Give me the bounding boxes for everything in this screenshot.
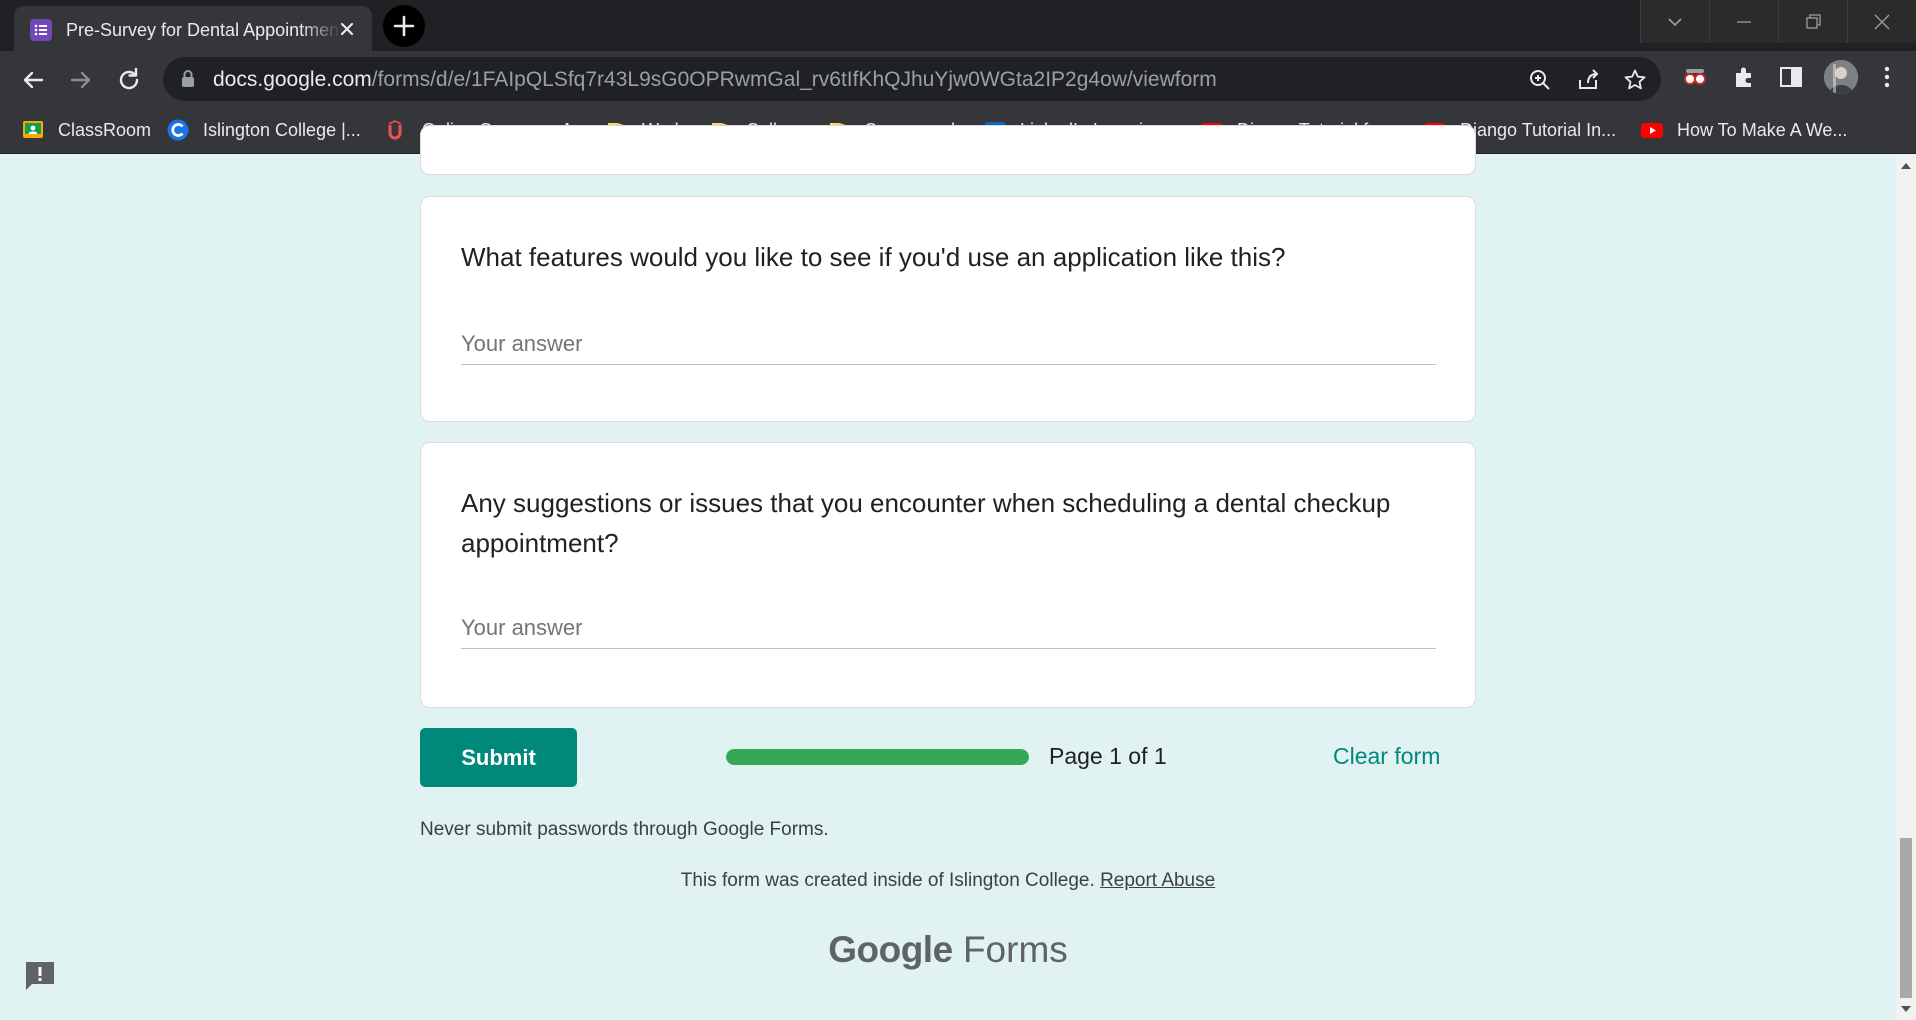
udemy-icon	[386, 119, 408, 141]
google-forms-icon	[30, 19, 52, 41]
footer-created-text: This form was created inside of Islingto…	[680, 870, 1095, 891]
forward-button[interactable]	[66, 65, 96, 95]
restore-button[interactable]	[1778, 0, 1847, 43]
bookmark-how-to-make[interactable]: How To Make A We...	[1641, 115, 1847, 145]
lock-icon[interactable]	[179, 69, 197, 94]
question-title: What features would you like to see if y…	[461, 242, 1286, 272]
profile-avatar[interactable]	[1824, 60, 1858, 94]
url-text: docs.google.com/forms/d/e/1FAIpQLSfq7r43…	[213, 68, 1217, 92]
answer-field[interactable]	[461, 325, 1436, 365]
question-title: Any suggestions or issues that you encou…	[461, 488, 1391, 558]
report-abuse-link[interactable]: Report Abuse	[1100, 870, 1215, 891]
islington-icon	[167, 119, 189, 141]
minimize-button[interactable]	[1709, 0, 1778, 43]
progress-fill	[726, 749, 1029, 765]
tab-search-button[interactable]	[1640, 0, 1709, 43]
scroll-down-arrow[interactable]	[1901, 1006, 1911, 1012]
google-wordmark: Google	[828, 929, 953, 970]
page-indicator: Page 1 of 1	[1049, 743, 1167, 769]
bookmark-label: Islington College |...	[203, 119, 361, 140]
url-host: docs.google.com	[213, 68, 372, 91]
bookmark-label: How To Make A We...	[1677, 119, 1848, 140]
back-button[interactable]	[18, 65, 48, 95]
report-feedback-icon[interactable]	[22, 958, 58, 994]
vertical-scrollbar[interactable]	[1896, 155, 1916, 1020]
form-page: What features would you like to see if y…	[0, 125, 1896, 1020]
progress-bar	[726, 749, 1029, 765]
menu-kebab-icon[interactable]	[1874, 64, 1900, 90]
bookmark-classroom[interactable]: ClassRoom	[22, 115, 151, 145]
bookmark-label: Django Tutorial In...	[1460, 119, 1617, 140]
scrollbar-thumb[interactable]	[1900, 838, 1912, 998]
side-panel-icon[interactable]	[1778, 64, 1804, 90]
share-icon[interactable]	[1576, 68, 1600, 92]
youtube-icon	[1641, 119, 1663, 141]
reload-button[interactable]	[114, 65, 144, 95]
url-path: /forms/d/e/1FAIpQLSfq7r43L9sG0OPRwmGal_r…	[371, 68, 1217, 91]
answer-input[interactable]	[461, 325, 1436, 363]
google-forms-logo[interactable]: Google Forms	[0, 929, 1896, 971]
bookmark-islington-college[interactable]: Islington College |...	[167, 115, 361, 145]
browser-toolbar: docs.google.com/forms/d/e/1FAIpQLSfq7r43…	[0, 51, 1916, 107]
tab-title: Pre-Survey for Dental Appointment	[66, 20, 342, 40]
forms-wordmark: Forms	[962, 929, 1068, 970]
new-tab-button[interactable]	[383, 5, 425, 47]
close-window-button[interactable]	[1847, 0, 1916, 43]
previous-question-card	[420, 125, 1476, 175]
address-bar[interactable]: docs.google.com/forms/d/e/1FAIpQLSfq7r43…	[163, 57, 1661, 101]
bookmark-star-icon[interactable]	[1623, 68, 1647, 92]
window-controls	[1640, 0, 1916, 43]
clear-form-button[interactable]: Clear form	[1333, 743, 1440, 770]
extension-glasses-icon[interactable]	[1682, 64, 1708, 90]
extensions-puzzle-icon[interactable]	[1731, 64, 1757, 90]
submit-button[interactable]: Submit	[420, 728, 577, 787]
browser-tab-strip: Pre-Survey for Dental Appointment	[0, 0, 1916, 51]
zoom-icon[interactable]	[1528, 68, 1552, 92]
answer-field[interactable]	[461, 609, 1436, 649]
bookmark-label: ClassRoom	[58, 119, 152, 140]
question-card: What features would you like to see if y…	[420, 196, 1476, 422]
classroom-icon	[22, 119, 44, 141]
question-card: Any suggestions or issues that you encou…	[420, 442, 1476, 708]
close-icon[interactable]	[336, 18, 358, 40]
browser-tab[interactable]: Pre-Survey for Dental Appointment	[14, 6, 372, 51]
footer-text: This form was created inside of Islingto…	[0, 870, 1896, 892]
password-warning: Never submit passwords through Google Fo…	[420, 819, 829, 840]
scroll-up-arrow[interactable]	[1901, 163, 1911, 169]
answer-input[interactable]	[461, 609, 1436, 647]
